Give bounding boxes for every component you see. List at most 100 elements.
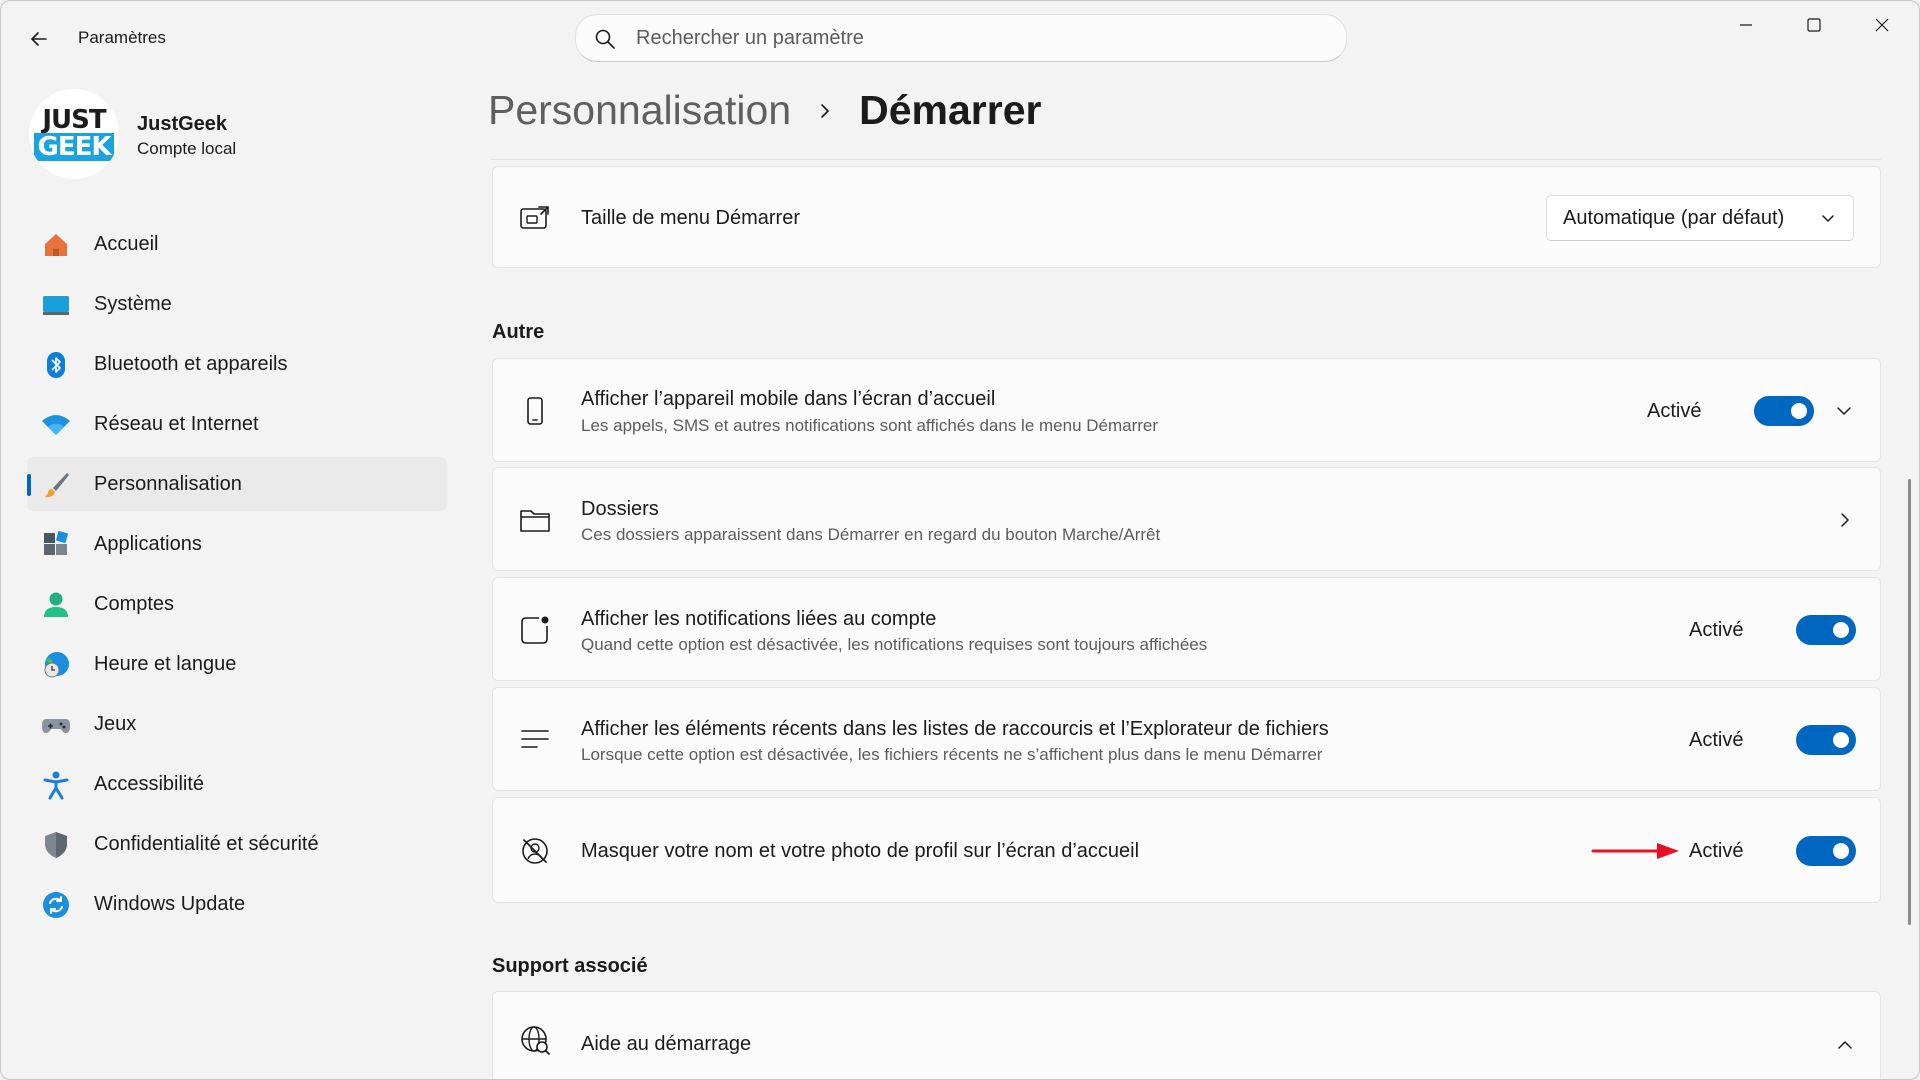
chevron-up-icon[interactable] bbox=[1833, 1033, 1857, 1057]
setting-title: Afficher l’appareil mobile dans l’écran … bbox=[581, 388, 996, 410]
sidebar-item-label: Bluetooth et appareils bbox=[94, 352, 288, 375]
menu-size-dropdown[interactable]: Automatique (par défaut) bbox=[1546, 195, 1854, 241]
search-box[interactable] bbox=[575, 14, 1347, 62]
sidebar-item-label: Personnalisation bbox=[94, 472, 242, 495]
annotation-arrow-icon bbox=[1591, 843, 1679, 859]
setting-card-folders[interactable]: Dossiers Ces dossiers apparaissent dans … bbox=[492, 467, 1881, 571]
setting-card-help[interactable]: Aide au démarrage bbox=[492, 991, 1881, 1079]
settings-window: Paramètres JUST GEEK JustGeek Compte loc… bbox=[0, 0, 1920, 1080]
toggle-state-label: Activé bbox=[1689, 840, 1744, 862]
minimize-icon bbox=[1740, 24, 1752, 26]
sidebar-item-label: Heure et langue bbox=[94, 652, 237, 675]
setting-description: Lorsque cette option est désactivée, les… bbox=[581, 745, 1323, 764]
sidebar-item-systeme[interactable]: Système bbox=[27, 277, 447, 331]
back-arrow-icon bbox=[31, 32, 47, 46]
sidebar-item-accueil[interactable]: Accueil bbox=[27, 217, 447, 271]
sidebar-item-label: Système bbox=[94, 292, 172, 315]
setting-title: Aide au démarrage bbox=[581, 1033, 752, 1055]
toggle-state-label: Activé bbox=[1689, 619, 1744, 641]
setting-title: Masquer votre nom et votre photo de prof… bbox=[581, 840, 1140, 862]
accessibility-icon bbox=[41, 770, 71, 800]
chevron-down-icon bbox=[1822, 215, 1834, 222]
sidebar-nav: Accueil Système Bluetooth et appareils R… bbox=[27, 217, 447, 937]
profile-name: JustGeek bbox=[137, 113, 228, 135]
gamepad-icon bbox=[41, 710, 71, 740]
app-title: Paramètres bbox=[78, 28, 166, 47]
dropdown-value: Automatique (par défaut) bbox=[1563, 206, 1785, 229]
sidebar-item-label: Comptes bbox=[94, 592, 175, 615]
minimize-button[interactable] bbox=[1712, 1, 1780, 49]
sidebar-item-label: Réseau et Internet bbox=[94, 412, 259, 435]
time-language-icon bbox=[41, 650, 71, 680]
chevron-right-icon bbox=[817, 103, 833, 119]
sidebar-item-label: Applications bbox=[94, 532, 202, 555]
header-divider bbox=[491, 159, 1881, 160]
menu-size-title: Taille de menu Démarrer bbox=[581, 207, 800, 229]
page-title: Démarrer bbox=[859, 87, 1042, 133]
notification-badge-icon bbox=[519, 614, 551, 646]
breadcrumb-parent[interactable]: Personnalisation bbox=[488, 87, 791, 134]
update-icon bbox=[41, 890, 71, 920]
sidebar-item-label: Jeux bbox=[94, 712, 137, 735]
sidebar-item-label: Accueil bbox=[94, 232, 159, 255]
setting-description: Ces dossiers apparaissent dans Démarrer … bbox=[581, 525, 1161, 544]
home-icon bbox=[41, 230, 71, 260]
search-input[interactable] bbox=[636, 15, 1326, 61]
folder-icon bbox=[519, 504, 551, 536]
hide-profile-icon bbox=[519, 835, 551, 867]
start-menu-size-icon bbox=[519, 202, 551, 234]
back-button[interactable] bbox=[21, 21, 57, 57]
search-icon bbox=[595, 29, 615, 49]
toggle-state-label: Activé bbox=[1689, 729, 1744, 751]
mobile-device-toggle[interactable] bbox=[1754, 396, 1814, 426]
toggle-state-label: Activé bbox=[1647, 400, 1702, 422]
sidebar-item-reseau[interactable]: Réseau et Internet bbox=[27, 397, 447, 451]
chevron-down-icon[interactable] bbox=[1832, 399, 1856, 423]
sidebar-item-label: Confidentialité et sécurité bbox=[94, 832, 319, 855]
sidebar-item-windows-update[interactable]: Windows Update bbox=[27, 877, 447, 931]
sidebar-item-jeux[interactable]: Jeux bbox=[27, 697, 447, 751]
sidebar-item-personnalisation[interactable]: Personnalisation bbox=[27, 457, 447, 511]
setting-description: Les appels, SMS et autres notifications … bbox=[581, 416, 1159, 435]
sidebar-item-confidentialite[interactable]: Confidentialité et sécurité bbox=[27, 817, 447, 871]
avatar: JUST GEEK bbox=[29, 89, 119, 179]
logo-text-top: JUST bbox=[42, 105, 106, 135]
sidebar-item-bluetooth[interactable]: Bluetooth et appareils bbox=[27, 337, 447, 391]
title-bar: Paramètres bbox=[1, 1, 1919, 77]
setting-card-mobile-device[interactable]: Afficher l’appareil mobile dans l’écran … bbox=[492, 358, 1881, 462]
close-button[interactable] bbox=[1848, 1, 1916, 49]
list-icon bbox=[519, 724, 551, 756]
setting-title: Afficher les éléments récents dans les l… bbox=[581, 718, 1329, 740]
sidebar-item-label: Windows Update bbox=[94, 892, 246, 915]
brush-icon bbox=[41, 470, 71, 500]
section-title-support: Support associé bbox=[492, 955, 648, 977]
shield-icon bbox=[41, 830, 71, 860]
scrollbar[interactable] bbox=[1908, 479, 1911, 925]
hide-profile-toggle[interactable] bbox=[1796, 836, 1856, 866]
setting-title: Afficher les notifications liées au comp… bbox=[581, 608, 937, 630]
menu-size-card: Taille de menu Démarrer Automatique (par… bbox=[492, 166, 1881, 268]
account-icon bbox=[41, 590, 71, 620]
sidebar-item-label: Accessibilité bbox=[94, 772, 205, 795]
chevron-right-icon[interactable] bbox=[1833, 508, 1857, 532]
setting-card-recent-items: Afficher les éléments récents dans les l… bbox=[492, 687, 1881, 791]
wifi-icon bbox=[41, 410, 71, 440]
setting-title: Dossiers bbox=[581, 498, 659, 520]
phone-icon bbox=[519, 395, 551, 427]
sidebar-item-heure-langue[interactable]: Heure et langue bbox=[27, 637, 447, 691]
setting-description: Quand cette option est désactivée, les n… bbox=[581, 635, 1208, 654]
section-title-autre: Autre bbox=[492, 321, 545, 343]
globe-search-icon bbox=[519, 1024, 551, 1056]
maximize-icon bbox=[1807, 18, 1821, 32]
maximize-button[interactable] bbox=[1780, 1, 1848, 49]
profile-account-type: Compte local bbox=[137, 139, 237, 158]
apps-icon bbox=[41, 530, 71, 560]
system-icon bbox=[41, 290, 71, 320]
recent-items-toggle[interactable] bbox=[1796, 725, 1856, 755]
close-icon bbox=[1875, 18, 1889, 32]
sidebar-item-comptes[interactable]: Comptes bbox=[27, 577, 447, 631]
bluetooth-icon bbox=[41, 350, 71, 380]
account-notifications-toggle[interactable] bbox=[1796, 615, 1856, 645]
sidebar-item-accessibilite[interactable]: Accessibilité bbox=[27, 757, 447, 811]
sidebar-item-applications[interactable]: Applications bbox=[27, 517, 447, 571]
